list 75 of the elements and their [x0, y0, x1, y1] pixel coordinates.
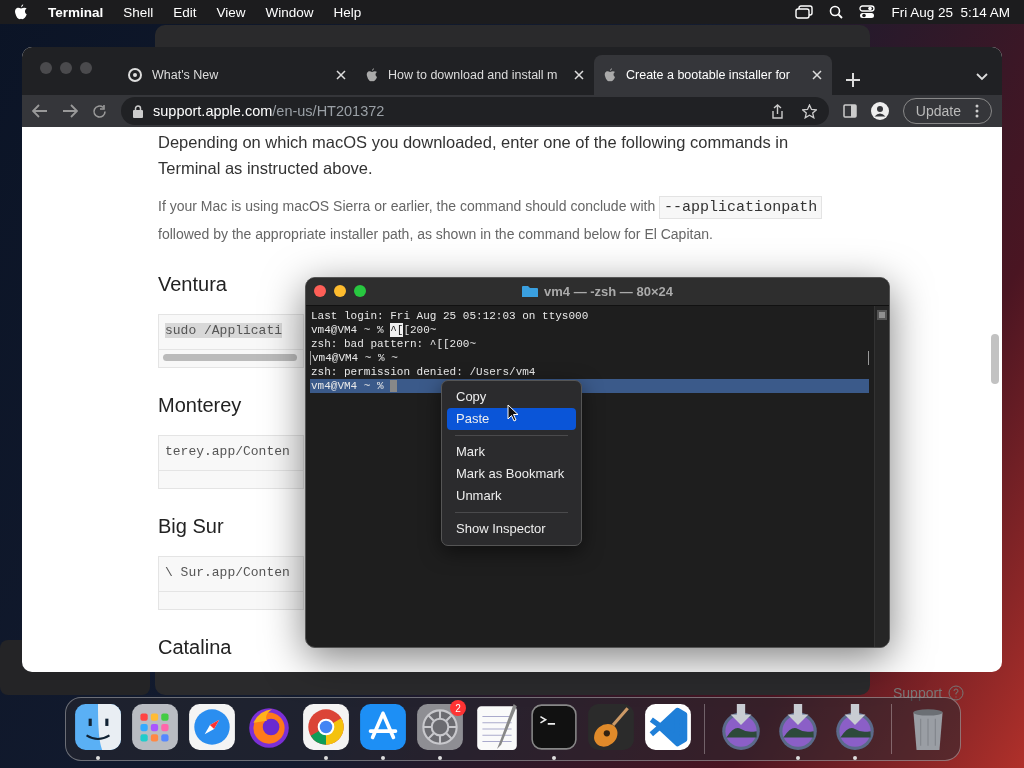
menu-item[interactable]: Window: [265, 4, 314, 20]
section-heading: Ventura: [158, 273, 227, 296]
profile-icon[interactable]: [870, 102, 889, 120]
mouse-pointer-icon: [507, 404, 519, 422]
gear-icon[interactable]: [415, 702, 465, 752]
terminal-text: Last login: Fri Aug 25 05:12:03 on ttys000: [311, 309, 589, 323]
terminal-text: zsh: permission denied: /Users/vm4: [311, 365, 536, 379]
scrollbar-thumb[interactable]: [991, 334, 999, 384]
minimize-light[interactable]: [334, 285, 346, 297]
close-icon[interactable]: [574, 70, 584, 80]
menu-item[interactable]: View: [216, 4, 246, 20]
more-icon[interactable]: [975, 104, 979, 118]
close-icon[interactable]: [812, 70, 822, 80]
windows-icon[interactable]: [795, 5, 814, 19]
highlighted-text: ^[: [390, 323, 404, 337]
guitar-icon[interactable]: [586, 702, 636, 752]
section-heading: Catalina: [158, 636, 232, 659]
search-icon[interactable]: [829, 5, 844, 19]
menu-item[interactable]: Show Inspector: [447, 518, 576, 540]
terminal-text: [200~: [403, 323, 437, 337]
star-icon[interactable]: [801, 103, 817, 119]
menu-item[interactable]: Paste: [447, 408, 576, 430]
back-icon[interactable]: [32, 104, 48, 118]
zoom-light[interactable]: [354, 285, 366, 297]
browser-tab[interactable]: How to download and install m: [356, 55, 594, 95]
browser-tab[interactable]: What's New: [118, 55, 356, 95]
terminal-text: vm4@VM4 ~ %: [311, 379, 385, 393]
app-menu[interactable]: Terminal: [48, 4, 104, 20]
menu-item[interactable]: Unmark: [447, 485, 576, 507]
apple-logo-icon[interactable]: [14, 4, 28, 20]
share-icon[interactable]: [770, 103, 784, 119]
lock-icon: [133, 104, 143, 118]
browser-tab[interactable]: Create a bootable installer for: [594, 55, 832, 95]
terminal-icon[interactable]: [529, 702, 579, 752]
apple-icon: [366, 68, 378, 82]
menu-item[interactable]: Edit: [173, 4, 197, 20]
reload-icon[interactable]: [92, 103, 107, 119]
code-text: \ Sur.app/Conten: [165, 565, 290, 580]
app-grid-icon[interactable]: [130, 702, 180, 752]
forward-icon[interactable]: [62, 104, 78, 118]
scroll-thumb[interactable]: [163, 354, 297, 361]
folder-icon: [522, 285, 538, 298]
menu-item[interactable]: Mark as Bookmark: [447, 463, 576, 485]
chrome-icon: [128, 68, 142, 82]
new-tab-icon[interactable]: [846, 73, 860, 87]
note-paragraph: If your Mac is using macOS Sierra or earlier, the command should conclude with --applicationpath followed by the appropriate installer path, as shown in the command below for El Capitan.: [158, 193, 858, 247]
compass-icon[interactable]: [187, 702, 237, 752]
apple-icon: [604, 68, 616, 82]
menu-item[interactable]: Mark: [447, 441, 576, 463]
notification-badge: 2: [450, 700, 466, 716]
terminal-text: zsh: bad pattern: ^[[200~: [311, 337, 477, 351]
menu-item[interactable]: Copy: [447, 386, 576, 408]
code-text: sudo /Applicati: [165, 323, 283, 338]
window-title: vm4 — -zsh — 80×24: [544, 284, 673, 299]
section-heading: Big Sur: [158, 515, 224, 538]
terminal-text: vm4@VM4 ~ % ~: [312, 351, 398, 365]
terminal-text: vm4@VM4 ~ %: [311, 323, 385, 337]
section-heading: Monterey: [158, 394, 242, 417]
clock[interactable]: Fri Aug 25 5:14 AM: [891, 4, 1010, 20]
app-store-icon[interactable]: [358, 702, 408, 752]
code-editor-icon[interactable]: [643, 702, 693, 752]
code-text: terey.app/Conten: [165, 444, 290, 459]
finder-icon[interactable]: [73, 702, 123, 752]
menu-item[interactable]: Shell: [123, 4, 154, 20]
cursor: [390, 380, 398, 392]
intro-paragraph: Depending on which macOS you downloaded, enter one of the following commands in Terminal as instructed above.: [158, 132, 790, 179]
toggles-icon[interactable]: [859, 5, 876, 19]
close-light[interactable]: [314, 285, 326, 297]
chevron-down-icon[interactable]: [976, 73, 988, 81]
menu-item[interactable]: Help: [333, 4, 362, 20]
marks-icon[interactable]: [876, 309, 888, 321]
chrome-icon[interactable]: [301, 702, 351, 752]
address-bar[interactable]: support.apple.com/en-us/HT201372: [121, 97, 829, 125]
close-icon[interactable]: [336, 70, 346, 80]
side-panel-icon[interactable]: [842, 104, 857, 118]
